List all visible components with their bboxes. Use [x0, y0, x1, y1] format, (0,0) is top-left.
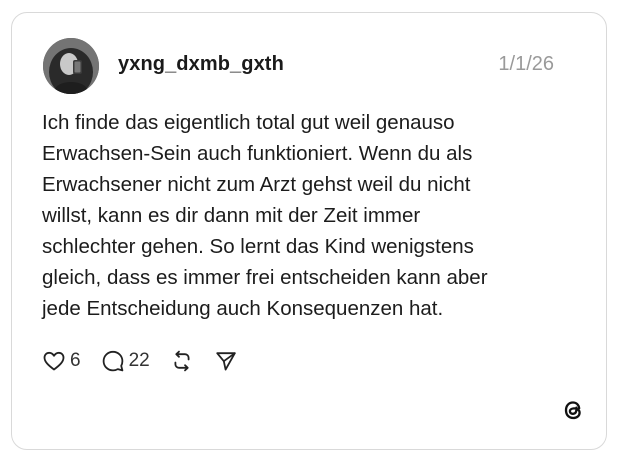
action-bar: 6 22 [42, 346, 258, 376]
post-text: Ich finde das eigentlich total gut weil … [42, 107, 582, 324]
avatar[interactable] [43, 38, 99, 94]
avatar-image [43, 38, 99, 94]
reply-button[interactable]: 22 [101, 349, 150, 373]
post-text-line: schlechter gehen. So lernt das Kind weni… [42, 235, 474, 258]
like-button[interactable]: 6 [42, 349, 81, 373]
post-text-line: Ich finde das eigentlich total gut weil … [42, 111, 455, 134]
heart-icon [43, 351, 65, 371]
username[interactable]: yxng_dxmb_gxth [118, 53, 284, 76]
threads-logo-icon[interactable] [560, 397, 586, 423]
like-count: 6 [70, 350, 81, 371]
reply-count: 22 [128, 350, 150, 371]
send-icon [216, 352, 236, 371]
share-button[interactable] [214, 349, 238, 373]
post-text-line: Erwachsen-Sein auch funktioniert. Wenn d… [42, 142, 473, 165]
repost-button[interactable] [170, 349, 194, 373]
post-card: yxng_dxmb_gxth 1/1/26 Ich finde das eige… [11, 12, 607, 450]
post-date: 1/1/26 [498, 53, 554, 75]
threads-logo-graphic [564, 401, 581, 420]
comment-icon [102, 350, 123, 372]
post-text-line: jede Entscheidung auch Konsequenzen hat. [42, 297, 444, 320]
post-text-line: Erwachsener nicht zum Arzt gehst weil du… [42, 173, 471, 196]
post-text-line: willst, kann es dir dann mit der Zeit im… [42, 204, 421, 227]
post-text-line: gleich, dass es immer frei entscheiden k… [42, 266, 488, 289]
repost-icon [174, 350, 190, 372]
